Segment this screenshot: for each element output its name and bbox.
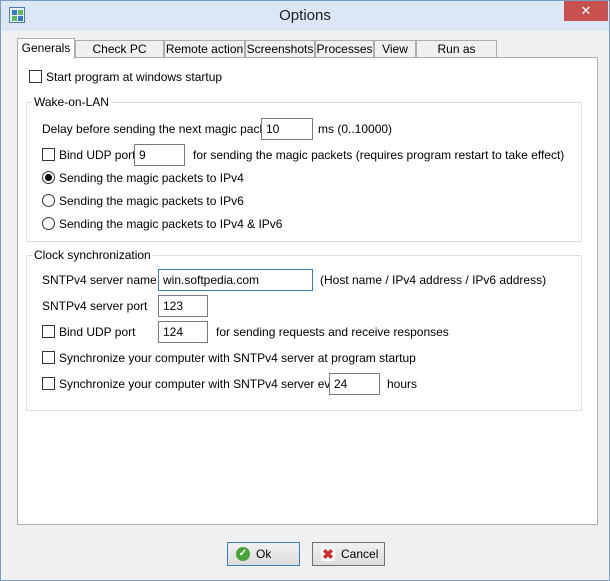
sync-every-label: Synchronize your computer with SNTPv4 se…: [59, 377, 348, 391]
clock-bind-udp-note: for sending requests and receive respons…: [216, 325, 449, 339]
clock-bind-udp-checkbox[interactable]: [42, 325, 55, 338]
sync-every-checkbox[interactable]: [42, 377, 55, 390]
tab-remote-action[interactable]: Remote action: [164, 40, 245, 57]
delay-label: Delay before sending the next magic pack…: [42, 122, 276, 136]
delay-unit: ms (0..10000): [318, 122, 393, 136]
ipv4-radio-label: Sending the magic packets to IPv4: [59, 171, 244, 185]
check-circle-icon: ✓: [236, 547, 250, 561]
wol-bind-udp-label: Bind UDP port: [59, 148, 136, 162]
tab-generals[interactable]: Generals: [17, 38, 75, 59]
tab-screenshots[interactable]: Screenshots: [245, 40, 315, 57]
ipv4-radio[interactable]: [42, 171, 55, 184]
cancel-button[interactable]: ✖ Cancel: [312, 542, 385, 566]
cancel-button-label: Cancel: [341, 547, 379, 561]
red-x-icon: ✖: [321, 546, 335, 562]
sync-interval-input[interactable]: 24: [329, 373, 380, 395]
tab-view[interactable]: View: [374, 40, 416, 57]
wol-udp-port-input[interactable]: 9: [134, 144, 185, 166]
wol-bind-udp-note: for sending the magic packets (requires …: [193, 148, 565, 162]
server-port-input[interactable]: 123: [158, 295, 208, 317]
close-button[interactable]: ✕: [564, 1, 608, 21]
server-name-note: (Host name / IPv4 address / IPv6 address…: [320, 273, 547, 287]
options-window: Options ✕ Generals Check PC status Remot…: [0, 0, 610, 581]
sync-startup-label: Synchronize your computer with SNTPv4 se…: [59, 351, 416, 365]
delay-input[interactable]: 10: [261, 118, 313, 140]
clock-udp-port-input[interactable]: 124: [158, 321, 208, 343]
server-name-label: SNTPv4 server name: [42, 273, 157, 287]
generals-panel: Start program at windows startup Wake-on…: [17, 57, 598, 525]
close-icon: ✕: [580, 3, 592, 18]
clock-bind-udp-label: Bind UDP port: [59, 325, 136, 339]
tab-check-pc-status[interactable]: Check PC status: [75, 40, 164, 72]
wake-on-lan-title: Wake-on-LAN: [32, 95, 111, 109]
ok-button-label: Ok: [256, 547, 272, 561]
tab-run-as-service[interactable]: Run as service: [416, 40, 497, 72]
ipv6-radio-label: Sending the magic packets to IPv6: [59, 194, 244, 208]
window-title: Options: [279, 7, 331, 24]
wol-bind-udp-checkbox[interactable]: [42, 148, 55, 161]
startup-checkbox[interactable]: [29, 70, 42, 83]
server-port-label: SNTPv4 server port: [42, 299, 148, 313]
ok-button[interactable]: ✓ Ok: [227, 542, 300, 566]
ipv4-ipv6-radio-label: Sending the magic packets to IPv4 & IPv6: [59, 217, 283, 231]
tab-processes[interactable]: Processes: [315, 40, 374, 57]
startup-label: Start program at windows startup: [46, 70, 223, 84]
sync-interval-unit: hours: [387, 377, 418, 391]
title-bar: Options ✕: [1, 1, 609, 31]
server-name-input[interactable]: win.softpedia.com: [158, 269, 313, 291]
ipv6-radio[interactable]: [42, 194, 55, 207]
sync-startup-checkbox[interactable]: [42, 351, 55, 364]
ipv4-ipv6-radio[interactable]: [42, 217, 55, 230]
clock-sync-title: Clock synchronization: [32, 248, 153, 262]
